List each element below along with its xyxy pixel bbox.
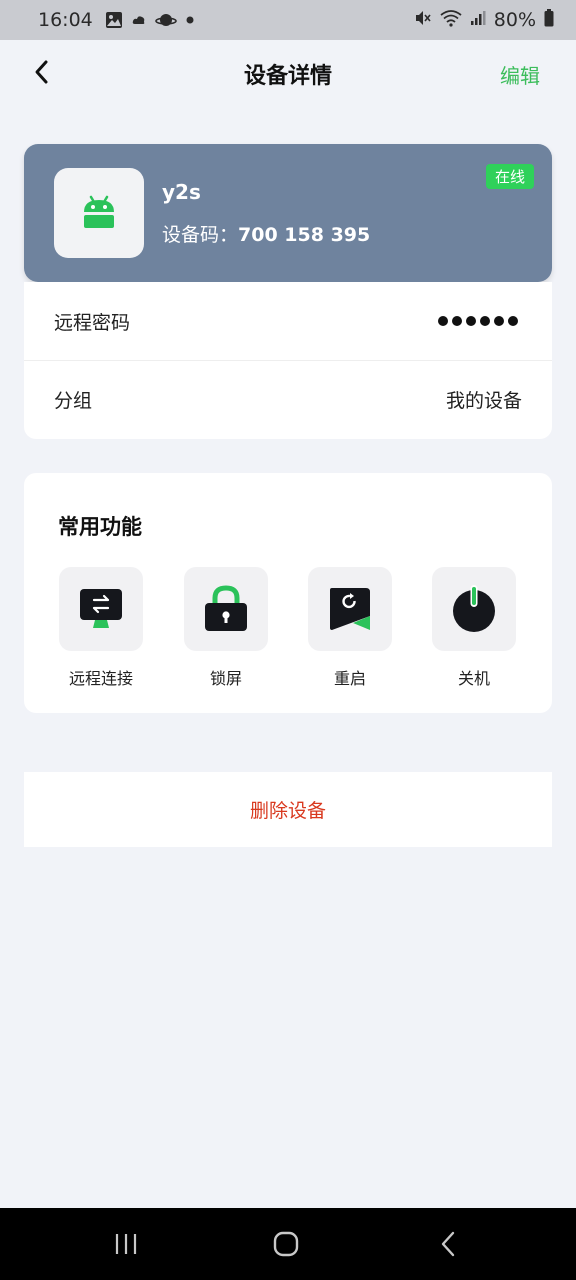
restart-label: 重启	[333, 669, 366, 688]
shutdown-button[interactable]: 关机	[419, 567, 529, 689]
header-bar: 设备详情 编辑	[0, 40, 576, 108]
functions-card: 常用功能 远程连接 锁屏 重启 关机	[24, 473, 552, 713]
device-code: 700 158 395	[238, 224, 371, 246]
lock-screen-label: 锁屏	[209, 669, 242, 688]
dot-icon	[186, 16, 194, 24]
delete-device-button[interactable]: 删除设备	[24, 772, 552, 847]
password-label: 远程密码	[54, 311, 131, 334]
password-row[interactable]: 远程密码	[24, 282, 552, 360]
remote-connect-tile[interactable]	[59, 567, 143, 651]
device-avatar	[54, 168, 144, 258]
password-dot	[466, 316, 476, 326]
system-nav-bar	[0, 1208, 576, 1280]
system-back-button[interactable]	[432, 1228, 464, 1260]
back-button[interactable]	[28, 58, 58, 88]
cloud-icon	[132, 14, 146, 26]
status-right: 80%	[414, 8, 554, 32]
power-icon	[453, 585, 495, 632]
lock-screen-button[interactable]: 锁屏	[171, 567, 281, 689]
group-value: 我的设备	[445, 390, 522, 412]
recent-apps-button[interactable]	[110, 1228, 142, 1260]
chevron-left-icon	[35, 60, 48, 84]
status-badge: 在线	[485, 164, 534, 189]
android-icon	[84, 195, 114, 228]
group-label: 分组	[54, 390, 93, 412]
shutdown-label: 关机	[457, 669, 490, 688]
signal-icon	[470, 9, 486, 31]
recent-apps-icon	[115, 1234, 137, 1254]
remote-connect-icon	[80, 589, 122, 628]
shutdown-tile[interactable]	[432, 567, 516, 651]
edit-button[interactable]: 编辑	[500, 60, 540, 89]
password-dot	[452, 316, 462, 326]
password-dot	[494, 316, 504, 326]
planet-icon	[154, 11, 177, 29]
home-button[interactable]	[270, 1228, 302, 1260]
password-dot	[508, 316, 518, 326]
device-card: y2s 设备码：700 158 395 在线	[24, 144, 552, 282]
remote-connect-label: 远程连接	[68, 669, 133, 688]
info-card: 远程密码 分组 我的设备	[24, 282, 552, 439]
password-dot	[438, 316, 448, 326]
back-arrow-icon	[441, 1231, 455, 1257]
status-bar: 16:04 80%	[0, 0, 576, 40]
home-icon	[273, 1231, 299, 1257]
functions-title: 常用功能	[58, 515, 142, 539]
status-time: 16:04	[38, 9, 93, 31]
password-value	[438, 316, 518, 326]
lock-icon	[205, 585, 247, 631]
lock-screen-tile[interactable]	[184, 567, 268, 651]
page-title: 设备详情	[243, 64, 332, 89]
wifi-icon	[440, 9, 462, 32]
device-code-row: 设备码：700 158 395	[162, 220, 370, 247]
device-name: y2s	[162, 180, 201, 204]
password-dot	[480, 316, 490, 326]
restart-tile[interactable]	[308, 567, 392, 651]
restart-icon	[330, 588, 370, 630]
mute-icon	[414, 9, 432, 32]
device-code-label: 设备码：	[162, 224, 239, 246]
restart-button[interactable]: 重启	[295, 567, 405, 689]
battery-icon	[544, 8, 554, 32]
battery-percent: 80%	[493, 9, 536, 31]
group-row[interactable]: 分组 我的设备	[24, 360, 552, 438]
remote-connect-button[interactable]: 远程连接	[46, 567, 156, 689]
image-icon	[105, 11, 123, 29]
